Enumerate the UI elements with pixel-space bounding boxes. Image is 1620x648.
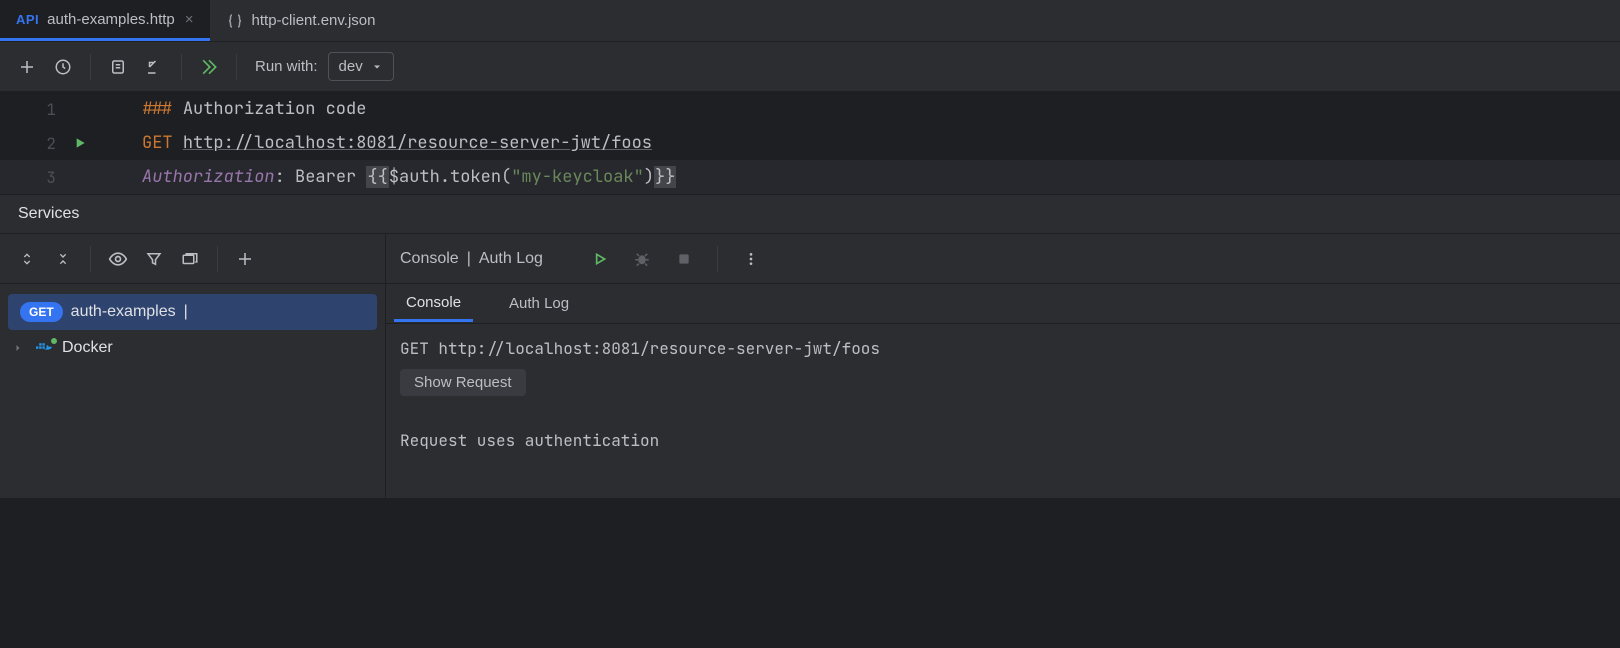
more-button[interactable] (734, 242, 768, 276)
tab-label: http-client.env.json (252, 12, 376, 29)
run-all-button[interactable] (192, 50, 226, 84)
console-output[interactable]: GET http://localhost:8081/resource-serve… (386, 324, 1620, 451)
tab-label: auth-examples.http (47, 11, 175, 28)
chevron-right-icon (12, 342, 26, 354)
collapse-button[interactable] (46, 242, 80, 276)
gutter-area (68, 135, 114, 151)
editor-line[interactable]: 2 GET http://localhost:8081/resource-ser… (0, 126, 1620, 160)
stop-button[interactable] (667, 242, 701, 276)
tree-item-label: auth-examples (71, 303, 176, 321)
run-with-label: Run with: (255, 58, 318, 75)
cursor-indicator: | (184, 303, 188, 321)
examples-button[interactable] (101, 50, 135, 84)
environment-dropdown[interactable]: dev (328, 52, 394, 81)
tab-console[interactable]: Console (394, 286, 473, 322)
import-button[interactable] (137, 50, 171, 84)
show-request-button[interactable]: Show Request (400, 369, 526, 396)
json-file-icon (226, 12, 244, 30)
services-detail-tabs: Console Auth Log (386, 284, 1620, 324)
services-panel: GET auth-examples | Docker Console | Aut… (0, 234, 1620, 498)
services-detail-toolbar: Console | Auth Log (386, 234, 1620, 284)
services-tree: GET auth-examples | Docker (0, 284, 385, 376)
add-request-button[interactable] (10, 50, 44, 84)
tab-auth-log[interactable]: Auth Log (497, 287, 581, 320)
environment-value: dev (339, 58, 363, 75)
code-text: GET http://localhost:8081/resource-serve… (114, 132, 652, 154)
tab-auth-examples[interactable]: API auth-examples.http × (0, 0, 210, 41)
editor-tabs-bar: API auth-examples.http × http-client.env… (0, 0, 1620, 42)
tree-item-label: Docker (62, 339, 113, 357)
services-tree-toolbar (0, 234, 385, 284)
tab-http-client-env[interactable]: http-client.env.json (210, 0, 390, 41)
editor-toolbar: Run with: dev (0, 42, 1620, 92)
line-number: 3 (0, 167, 68, 188)
code-text: Authorization: Bearer {{$auth.token("my-… (114, 166, 676, 188)
breadcrumb-authlog[interactable]: Auth Log (479, 250, 543, 268)
line-number: 1 (0, 99, 68, 120)
separator (717, 246, 718, 272)
code-text: ### Authorization code (114, 98, 366, 120)
add-service-button[interactable] (228, 242, 262, 276)
separator (236, 54, 237, 80)
docker-icon (34, 340, 54, 356)
services-panel-title: Services (0, 194, 1620, 234)
code-editor[interactable]: 1 ### Authorization code 2 GET http://lo… (0, 92, 1620, 194)
show-button[interactable] (101, 242, 135, 276)
close-icon[interactable]: × (183, 11, 196, 28)
editor-line[interactable]: 3 Authorization: Bearer {{$auth.token("m… (0, 160, 1620, 194)
separator (90, 246, 91, 272)
group-button[interactable] (173, 242, 207, 276)
chevron-down-icon (371, 61, 383, 73)
rerun-button[interactable] (583, 242, 617, 276)
services-detail-pane: Console | Auth Log Console Auth Log GET … (386, 234, 1620, 498)
run-with-group: Run with: dev (255, 52, 394, 81)
line-number: 2 (0, 133, 68, 154)
console-request-line: GET http://localhost:8081/resource-serve… (400, 338, 1606, 359)
separator (90, 54, 91, 80)
http-method-badge: GET (20, 302, 63, 322)
breadcrumb-console[interactable]: Console (400, 250, 459, 268)
breadcrumb-sep: | (467, 250, 471, 268)
separator (217, 246, 218, 272)
separator (181, 54, 182, 80)
debug-button[interactable] (625, 242, 659, 276)
api-file-icon: API (16, 12, 39, 27)
expand-collapse-button[interactable] (10, 242, 44, 276)
services-tree-pane: GET auth-examples | Docker (0, 234, 386, 498)
console-message: Request uses authentication (400, 430, 1606, 451)
editor-line[interactable]: 1 ### Authorization code (0, 92, 1620, 126)
history-button[interactable] (46, 50, 80, 84)
tree-item-docker[interactable]: Docker (0, 330, 385, 366)
run-gutter-icon[interactable] (72, 135, 88, 151)
tree-item-request[interactable]: GET auth-examples | (8, 294, 377, 330)
filter-button[interactable] (137, 242, 171, 276)
